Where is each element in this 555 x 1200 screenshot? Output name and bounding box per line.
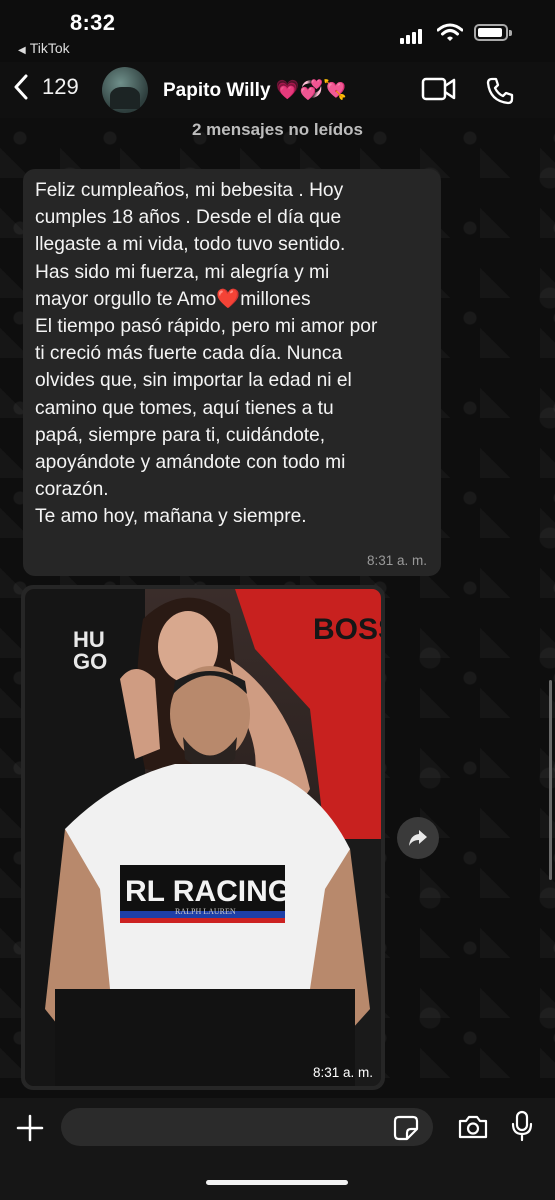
message-input-bar bbox=[0, 1098, 555, 1200]
unread-messages-banner: 2 mensajes no leídos bbox=[191, 120, 363, 139]
photo-illustration: HU GO BOSS RL RACING RALPH LAUREN bbox=[25, 589, 381, 1086]
status-time: 8:32 bbox=[70, 10, 116, 35]
incoming-text-message[interactable]: Feliz cumpleaños, mi bebesita . Hoy cump… bbox=[23, 169, 441, 576]
back-button[interactable]: 129 bbox=[14, 74, 79, 100]
boss-text: BOSS bbox=[313, 613, 381, 646]
message-line: olvides que, sin importar la edad ni el bbox=[35, 370, 352, 392]
back-chevron-icon bbox=[14, 74, 28, 100]
unread-chats-count: 129 bbox=[42, 74, 79, 99]
message-line: Has sido mi fuerza, mi alegría y mi bbox=[35, 261, 330, 283]
wifi-icon bbox=[437, 23, 463, 41]
status-bar: 8:32 ◀ TikTok bbox=[0, 0, 555, 62]
incoming-photo-message[interactable]: HU GO BOSS RL RACING RALPH LAUREN 8:31 a… bbox=[21, 585, 385, 1090]
contact-name[interactable]: Papito Willy 💗💞💘 bbox=[163, 78, 347, 102]
message-line-text: mayor orgullo te Amo bbox=[35, 288, 217, 310]
contact-avatar[interactable] bbox=[102, 67, 148, 113]
battery-icon bbox=[474, 24, 512, 41]
message-line: El tiempo pasó rápido, pero mi amor por bbox=[35, 316, 378, 338]
message-line: mayor orgullo te Amo❤️millones bbox=[35, 286, 429, 313]
message-line-text: millones bbox=[240, 288, 311, 310]
chat-header: 129 Papito Willy 💗💞💘 bbox=[0, 62, 555, 118]
chat-scrollbar[interactable] bbox=[549, 680, 552, 880]
message-line: ti creció más fuerte cada día. Nunca bbox=[35, 343, 343, 365]
camera-icon[interactable] bbox=[457, 1114, 489, 1140]
back-triangle-icon: ◀ bbox=[18, 45, 26, 56]
message-line: apoyándote y amándote con todo mi bbox=[35, 452, 346, 474]
message-line: corazón. bbox=[35, 479, 109, 501]
rl-racing-text: RL RACING bbox=[125, 875, 291, 908]
red-heart-emoji: ❤️ bbox=[216, 288, 241, 310]
home-indicator[interactable] bbox=[206, 1180, 348, 1185]
message-line: camino que tomes, aquí tienes a tu bbox=[35, 397, 334, 419]
message-input[interactable] bbox=[61, 1108, 433, 1146]
back-to-app-link[interactable]: ◀ TikTok bbox=[18, 40, 70, 56]
message-photo[interactable]: HU GO BOSS RL RACING RALPH LAUREN bbox=[25, 589, 381, 1086]
photo-timestamp: 8:31 a. m. bbox=[312, 1065, 373, 1080]
forward-arrow-icon bbox=[409, 830, 427, 846]
video-call-icon[interactable] bbox=[421, 76, 457, 102]
microphone-icon[interactable] bbox=[511, 1110, 533, 1142]
message-line: Feliz cumpleaños, mi bebesita . Hoy bbox=[35, 180, 344, 201]
forward-button[interactable] bbox=[397, 817, 439, 859]
message-timestamp: 8:31 a. m. bbox=[366, 553, 427, 568]
back-app-label: TikTok bbox=[29, 40, 70, 56]
phone-icon[interactable] bbox=[485, 76, 515, 106]
message-line: Te amo hoy, mañana y siempre. bbox=[35, 506, 307, 528]
message-line: papá, siempre para ti, cuidándote, bbox=[35, 424, 326, 446]
chat-screen: 8:32 ◀ TikTok 129 Papito Willy 💗💞💘 2 men… bbox=[0, 0, 555, 1200]
sticker-icon[interactable] bbox=[393, 1115, 419, 1141]
hugo-text-2: GO bbox=[73, 649, 107, 674]
message-line: llegaste a mi vida, todo tuvo sentido. bbox=[35, 234, 346, 256]
plus-icon[interactable] bbox=[14, 1112, 46, 1144]
cellular-signal-icon bbox=[400, 26, 424, 44]
message-line: cumples 18 años . Desde el día que bbox=[35, 207, 342, 229]
ralph-lauren-text: RALPH LAUREN bbox=[175, 907, 236, 916]
